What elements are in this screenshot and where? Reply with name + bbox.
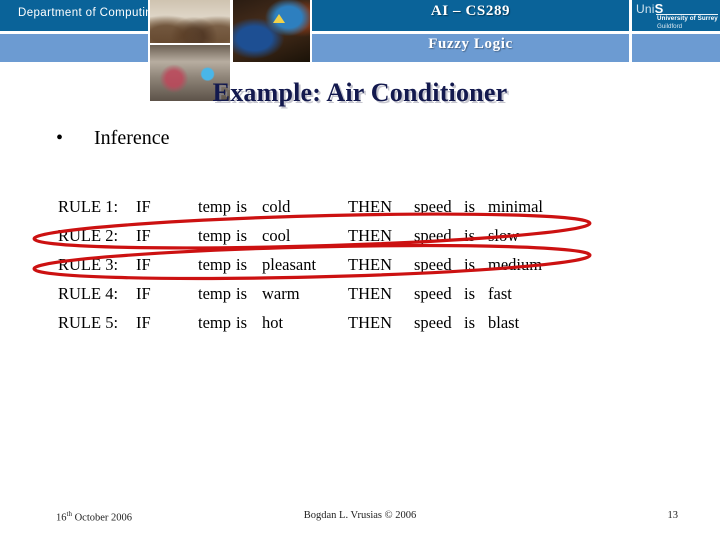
speed-var: speed — [414, 196, 452, 216]
table-row: RULE 2: IF temp is cool THEN speed is sl… — [58, 221, 568, 250]
page-number: 13 — [667, 510, 679, 521]
is-keyword: is — [464, 254, 476, 274]
if-keyword: IF — [136, 283, 151, 303]
speed-value: medium — [488, 254, 543, 274]
is-keyword: is — [236, 225, 248, 245]
photo-students-at-laptop-image — [233, 0, 310, 62]
department-bar: Department of Computing — [0, 0, 158, 31]
temp-value: warm — [262, 283, 300, 303]
is-keyword: is — [236, 196, 248, 216]
table-row: RULE 4: IF temp is warm THEN speed is fa… — [58, 279, 568, 308]
fuzzy-rules-table: RULE 1: IF temp is cold THEN speed is mi… — [58, 192, 568, 337]
slide-subtitle: Fuzzy Logic — [428, 36, 513, 52]
temp-var: temp — [198, 283, 231, 303]
rules-table-body: RULE 1: IF temp is cold THEN speed is mi… — [58, 192, 568, 337]
speed-value: slow — [488, 225, 520, 245]
footer-author: Bogdan L. Vrusias © 2006 — [303, 510, 417, 521]
temp-value: cold — [262, 196, 291, 216]
temp-var: temp — [198, 312, 231, 332]
department-bar-lower — [0, 34, 148, 62]
temp-var: temp — [198, 196, 231, 216]
table-row: RULE 5: IF temp is hot THEN speed is bla… — [58, 308, 568, 337]
if-keyword: IF — [136, 196, 151, 216]
rule-label: RULE 2: — [58, 225, 119, 245]
rule-label: RULE 1: — [58, 196, 119, 216]
screen-triangle-icon — [273, 13, 286, 23]
rule-label: RULE 5: — [58, 312, 119, 332]
is-keyword: is — [236, 283, 248, 303]
logo-bar-light — [632, 34, 720, 62]
speed-var: speed — [414, 254, 452, 274]
then-keyword: THEN — [348, 254, 392, 274]
temp-value: hot — [262, 312, 284, 332]
speed-value: fast — [488, 283, 512, 303]
then-keyword: THEN — [348, 196, 392, 216]
speed-value: blast — [488, 312, 520, 332]
header-banner: Department of Computing AI – CS289 Fuzzy… — [0, 0, 720, 101]
page-title: Example: Air Conditioner — [212, 78, 508, 107]
temp-var: temp — [198, 254, 231, 274]
logo-wordmark-prefix: Uni — [636, 2, 655, 16]
if-keyword: IF — [136, 225, 151, 245]
bullet-label: Inference — [94, 127, 170, 149]
speed-var: speed — [414, 225, 452, 245]
table-row: RULE 1: IF temp is cold THEN speed is mi… — [58, 192, 568, 221]
rule-label: RULE 3: — [58, 254, 119, 274]
is-keyword: is — [464, 283, 476, 303]
if-keyword: IF — [136, 254, 151, 274]
bullet-marker-icon: • — [56, 127, 64, 149]
rule-label: RULE 4: — [58, 283, 119, 303]
table-row: RULE 3: IF temp is pleasant THEN speed i… — [58, 250, 568, 279]
bullet-list-item: • Inference — [56, 127, 170, 150]
is-keyword: is — [464, 196, 476, 216]
speed-var: speed — [414, 312, 452, 332]
temp-value: pleasant — [262, 254, 317, 274]
course-title: AI – CS289 — [430, 3, 511, 19]
temp-value: cool — [262, 225, 291, 245]
temp-var: temp — [198, 225, 231, 245]
photo-lecture-hall-image — [150, 0, 230, 43]
university-logo: UniS University of Surrey Guildford — [632, 0, 720, 31]
then-keyword: THEN — [348, 312, 392, 332]
then-keyword: THEN — [348, 283, 392, 303]
then-keyword: THEN — [348, 225, 392, 245]
logo-location: Guildford — [657, 23, 683, 30]
speed-value: minimal — [488, 196, 543, 216]
speed-var: speed — [414, 283, 452, 303]
department-label: Department of Computing — [18, 7, 159, 19]
is-keyword: is — [236, 254, 248, 274]
is-keyword: is — [464, 312, 476, 332]
if-keyword: IF — [136, 312, 151, 332]
is-keyword: is — [464, 225, 476, 245]
is-keyword: is — [236, 312, 248, 332]
logo-university-name: University of Surrey — [657, 15, 718, 22]
header-divider — [630, 0, 631, 62]
header-photo-strip — [150, 0, 310, 101]
